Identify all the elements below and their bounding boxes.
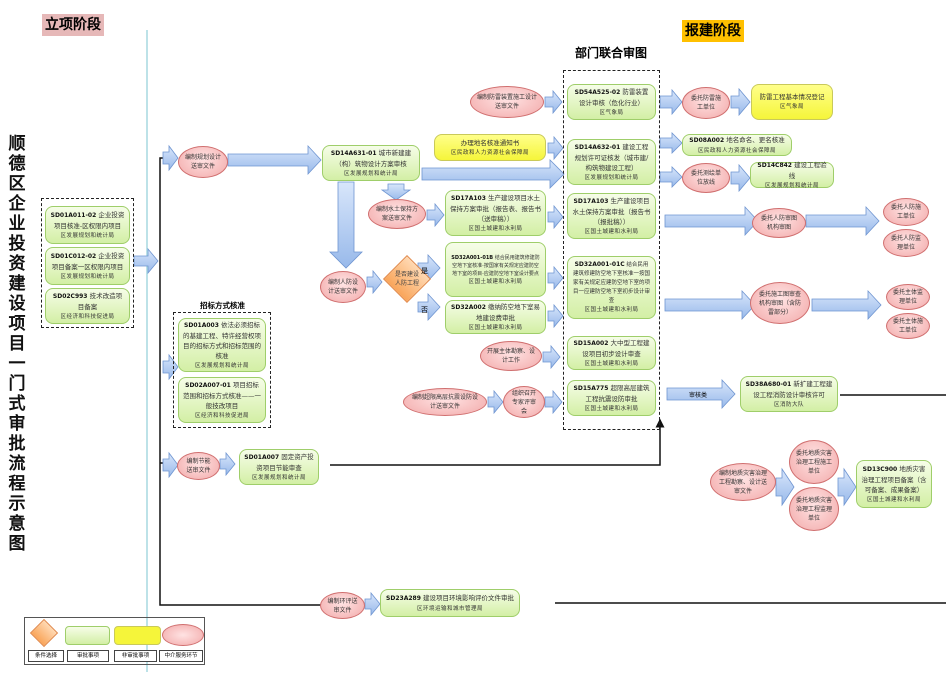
approval-item[interactable]: SD01A011-02 企业投资项目核准-区权限内项目 区发展规划和统计局 [45, 206, 130, 244]
agency-oval[interactable]: 编制环评送审文件 [320, 592, 365, 619]
approval-item[interactable]: SD01A003 依法必须招标的基建工程、特许经营权项目的招标方式和招标范围的核… [178, 318, 266, 372]
agency-oval[interactable]: 开展主体勘察、设计工作 [480, 341, 542, 371]
approval-item[interactable]: SD14A631-01 城市新建建（构）筑物设计方案审核 区发展规划和统计局 [322, 145, 420, 181]
agency-oval[interactable]: 委托人防审图机构审图 [752, 208, 806, 238]
diagram-title: 顺德区企业投资建设项目一门式审批流程示意图 [8, 134, 26, 554]
approval-item[interactable]: SD14C842 建设工程验线 区发展规划和统计局 [750, 161, 834, 189]
agency-oval[interactable]: 委托施工图审查机构审图（含防雷部分） [750, 282, 810, 324]
condition-label: 是否建设人防工程 [394, 271, 419, 287]
approval-item[interactable]: SD08A002 地名命名、更名核准 区民政和人力资源社会保障局 [682, 134, 792, 156]
arrow-to-sd14a632 [421, 159, 565, 189]
agency-oval[interactable]: 委托主体施工单位 [886, 313, 930, 339]
legend-approval-swatch [65, 626, 110, 645]
agency-oval[interactable]: 委托主体监理单位 [886, 284, 930, 310]
legend-non-approval-swatch [114, 626, 161, 645]
agency-oval[interactable]: 编制节能送审文件 [177, 452, 220, 480]
stage-label-project: 立项阶段 [42, 14, 104, 36]
stage-label-construction: 报建阶段 [682, 20, 744, 42]
arrow-to-sd14a631 [227, 144, 322, 176]
approval-item[interactable]: SD13C900 地质灾害治理工程项目备案（含可备案、成果备案） 区国土城建和水… [856, 460, 932, 508]
agency-oval[interactable]: 委托测绘单位放线 [682, 163, 730, 193]
yes-label: 是 [421, 267, 428, 275]
approval-item[interactable]: SD54A525-02 防雷装置设计审核（危化行业） 区气象局 [567, 84, 656, 120]
arrow-to-planning [162, 144, 179, 172]
non-approval-item[interactable]: 防雷工程基本情况登记 区气象局 [751, 84, 833, 120]
legend-label: 条件选择 [28, 650, 64, 662]
approval-item[interactable]: SD15A002 大中型工程建设项目初步设计审查 区国土城建和水利局 [567, 336, 656, 370]
agency-oval[interactable]: 编制规划设计送审文件 [178, 146, 228, 178]
agency-oval[interactable]: 编制超限高层抗震设防设计送审文件 [403, 388, 487, 416]
approval-item[interactable]: SD02A007-01 项目招标范围和招标方式核准——一般技改项目 区经济和科技… [178, 377, 266, 423]
legend-diamond-icon [29, 618, 59, 648]
approval-item[interactable]: SD32A001-01B 结合民用建筑修建防空地下室核准-按国家有关规定应建防空… [445, 242, 546, 297]
legend-label: 非审批事项 [114, 650, 157, 662]
arrow-to-soil [380, 183, 412, 201]
arrow-to-civil-defense [329, 181, 363, 269]
legend: 条件选择 审批事项 非审批事项 中介服务环节 [24, 617, 205, 665]
agency-oval[interactable]: 组织召开专家评审会 [503, 386, 545, 418]
approval-item[interactable]: SD01C012-02 企业投资项目备案一区权限内项目 区发展规划和统计局 [45, 247, 130, 285]
agency-oval[interactable]: 委托地质灾害治理工程监理单位 [789, 487, 839, 531]
non-approval-item[interactable]: 办理地名核准通知书 区民政和人力资源社会保障局 [434, 134, 546, 161]
legend-label: 审批事项 [67, 650, 109, 662]
review-class-label: 审核类 [688, 392, 707, 399]
approval-item[interactable]: SD14A632-01 建设工程规划许可证核发（城市建/构筑物建设工程） 区发展… [567, 139, 656, 185]
agency-oval[interactable]: 编制防雷装置施工设计送审文件 [470, 86, 544, 118]
legend-agency-swatch [162, 624, 204, 646]
approval-item[interactable]: SD23A289 建设项目环境影响评价文件审批 区环境运输和城市管理局 [380, 589, 520, 617]
approval-item[interactable]: SD32A002 缴纳防空地下室易地建设费审批 区国土城建和水利局 [445, 300, 546, 334]
agency-oval[interactable]: 委托人防监理单位 [883, 229, 929, 257]
agency-oval[interactable]: 编制地质灾害治理工程勘察、设计送审文件 [710, 463, 776, 501]
joint-review-group [563, 70, 660, 430]
agency-oval[interactable]: 编制人防设计送审文件 [320, 271, 366, 303]
agency-oval[interactable]: 委托人防施工单位 [883, 198, 929, 226]
joint-review-title: 部门联合审图 [574, 46, 647, 60]
legend-label: 中介服务环节 [159, 650, 203, 662]
agency-oval[interactable]: 委托防雷施工单位 [682, 87, 730, 119]
arrow-project-out [133, 247, 159, 275]
approval-item[interactable]: SD01A007 固定资产投资项目节能审查 区发展规划和统计局 [239, 449, 319, 485]
agency-oval[interactable]: 委托地质灾害治理工程施工单位 [789, 440, 839, 484]
approval-item[interactable]: SD15A775 超限高层建筑工程抗震设防审批 区国土城建和水利局 [567, 380, 656, 416]
no-label: 否 [421, 306, 428, 314]
approval-item[interactable]: SD32A001-01C 结合民用建筑修建防空地下室核准一按国家有关规定应建防空… [567, 256, 656, 319]
agency-oval[interactable]: 编制水土保持方案送审文件 [368, 199, 426, 229]
approval-item[interactable]: SD38A680-01 新扩建工程建设工程消防设计审核许可 区消防大队 [740, 376, 838, 412]
approval-item[interactable]: SD17A103 生产建设项目水土保持方案审批（报告书（报批稿）） 区国土城建和… [567, 193, 656, 239]
approval-item[interactable]: SD17A103 生产建设项目水土保持方案审批（报告表、报告书（送审稿）） 区国… [445, 190, 546, 236]
arrow-to-energy [162, 451, 179, 479]
approval-item[interactable]: SD02C993 技术改造项目备案 区经济和科技促进局 [45, 288, 130, 324]
bidding-title: 招标方式核准 [200, 301, 245, 310]
